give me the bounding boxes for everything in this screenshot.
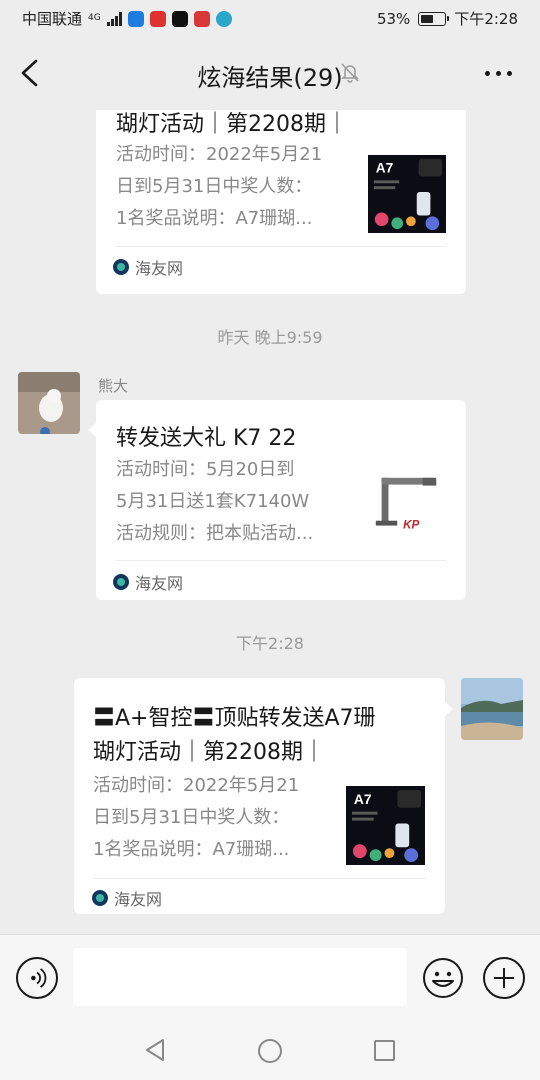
bubble-tail <box>445 702 453 716</box>
card-source: 海友网 <box>92 886 162 910</box>
chat-title: 炫海结果(29) <box>197 64 343 92</box>
link-card-1[interactable]: 瑚灯活动｜第2208期｜ 活动时间：2022年5月21 日到5月31日中奖人数：… <box>96 110 466 294</box>
battery-percent: 53% <box>376 9 411 28</box>
app-icon-red <box>149 10 166 27</box>
source-logo-icon <box>113 574 129 590</box>
card-title-line-2: 瑚灯活动｜第2208期｜ <box>93 740 325 765</box>
card-title: 瑚灯活动｜第2208期｜ <box>116 112 348 137</box>
message-input[interactable] <box>73 948 407 1006</box>
app-icon-blue <box>127 10 144 27</box>
plus-icon[interactable] <box>483 957 525 999</box>
bubble-tail <box>88 423 96 437</box>
system-nav-bar <box>0 1022 540 1080</box>
status-left: 中国联通 4G <box>22 8 232 29</box>
thumbnail-image: KP <box>368 470 446 548</box>
status-bar: 中国联通 4G 53% 下午2:28 <box>0 0 540 36</box>
nav-back-icon[interactable] <box>144 1038 166 1062</box>
thumbnail-image: A7 <box>368 155 446 233</box>
signal-icon <box>106 11 122 26</box>
battery-icon <box>418 11 450 26</box>
more-options-icon[interactable] <box>485 71 512 76</box>
card-description: 活动时间：2022年5月21 日到5月31日中奖人数： 1名奖品说明：A7珊瑚.… <box>116 144 323 229</box>
status-right: 53% 下午2:28 <box>377 8 518 29</box>
source-logo-icon <box>92 890 108 906</box>
voice-icon[interactable] <box>16 957 58 999</box>
card-divider <box>93 878 426 879</box>
carrier-label: 中国联通 <box>22 10 83 28</box>
avatar[interactable] <box>18 372 80 434</box>
card-source: 海友网 <box>113 570 183 594</box>
app-icon-teal <box>215 10 232 27</box>
sender-name: 熊大 <box>98 377 129 395</box>
source-logo-icon <box>113 259 129 275</box>
card-source: 海友网 <box>113 255 183 279</box>
tiktok-icon <box>171 10 188 27</box>
nav-recent-apps-icon[interactable] <box>374 1040 395 1061</box>
link-card-3[interactable]: 〓A+智控〓顶贴转发送A7珊 瑚灯活动｜第2208期｜ 活动时间：2022年5月… <box>74 678 445 914</box>
card-divider <box>116 246 446 247</box>
clock: 下午2:28 <box>454 10 518 28</box>
card-description: 活动时间：2022年5月21 日到5月31日中奖人数： 1名奖品说明：A7珊瑚.… <box>93 775 300 860</box>
chat-area[interactable]: 瑚灯活动｜第2208期｜ 活动时间：2022年5月21 日到5月31日中奖人数：… <box>0 110 540 934</box>
network-type-label: 4G <box>88 13 101 23</box>
input-bar <box>0 934 540 1022</box>
link-card-2[interactable]: 转发送大礼 K7 22 活动时间：5月20日到 5月31日送1套K7140W 活… <box>96 400 466 600</box>
svg-text:KP: KP <box>403 519 419 532</box>
nav-home-icon[interactable] <box>258 1039 282 1063</box>
card-description: 活动时间：5月20日到 5月31日送1套K7140W 活动规则：把本贴活动... <box>116 459 314 544</box>
svg-text:A7: A7 <box>376 161 393 176</box>
timestamp: 昨天 晚上9:59 <box>217 328 323 347</box>
chat-header: 炫海结果(29) <box>0 36 540 110</box>
self-avatar[interactable] <box>461 678 523 740</box>
card-divider <box>116 560 446 561</box>
thumbnail-image: A7 <box>346 786 425 865</box>
svg-text:A7: A7 <box>354 791 372 807</box>
app-icon-red-2 <box>193 10 210 27</box>
card-title-line-1: 〓A+智控〓顶贴转发送A7珊 <box>93 706 376 731</box>
timestamp: 下午2:28 <box>236 634 304 653</box>
card-title: 转发送大礼 K7 22 <box>116 426 297 451</box>
mute-bell-icon <box>341 63 359 83</box>
emoji-icon[interactable] <box>422 957 464 999</box>
